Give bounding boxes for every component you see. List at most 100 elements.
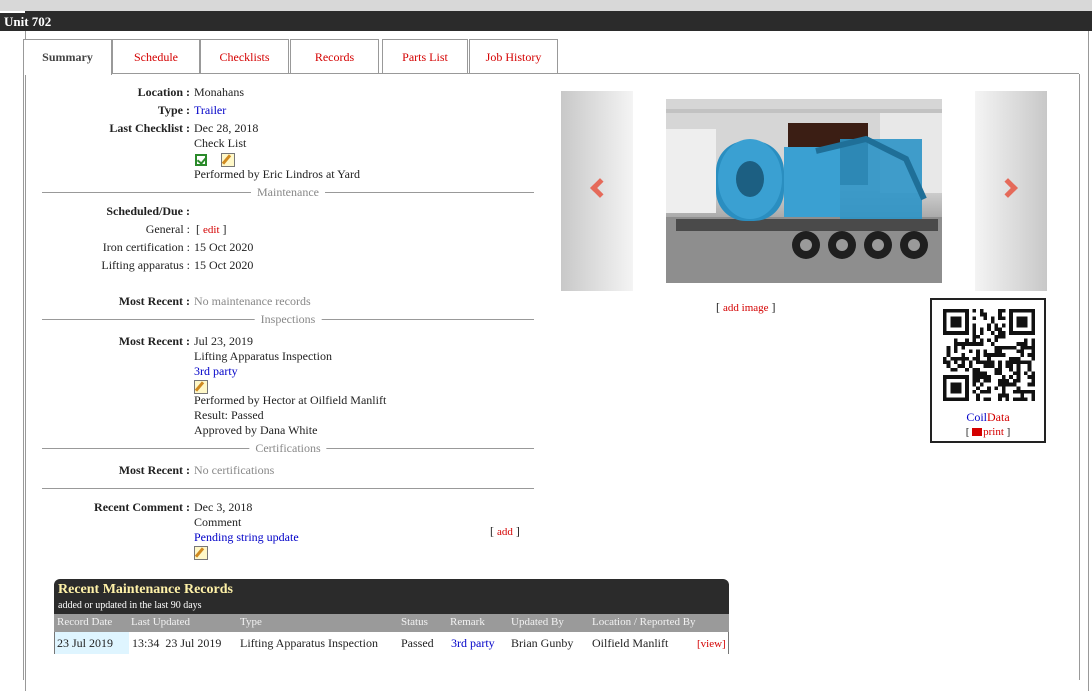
qr-module <box>1016 364 1021 368</box>
checklist-edit-icon[interactable] <box>221 153 235 168</box>
qr-module <box>1012 382 1017 387</box>
qr-module <box>1012 389 1017 394</box>
qr-module <box>1005 393 1010 398</box>
qr-module <box>1005 378 1010 383</box>
qr-module <box>976 393 980 398</box>
qr-module <box>968 364 973 368</box>
qr-module <box>1023 389 1028 394</box>
qr-module <box>983 360 988 365</box>
inspections-separator: Inspections <box>42 312 534 326</box>
comment-text-link[interactable]: Pending string update <box>194 530 299 545</box>
qr-module <box>961 345 966 350</box>
qr-module <box>979 342 984 346</box>
qr-module <box>998 382 1002 387</box>
qr-module <box>1016 389 1021 394</box>
qr-module <box>954 367 958 372</box>
add-image: [ add image ] <box>716 300 776 315</box>
comment-edit-icon[interactable] <box>194 546 208 561</box>
col-last-updated[interactable]: Last Updated <box>131 616 190 628</box>
qr-module <box>998 364 1002 368</box>
qr-module <box>976 367 980 372</box>
qr-module <box>979 371 984 376</box>
qr-module <box>1027 364 1032 368</box>
tab-parts-list[interactable]: Parts List <box>382 39 468 74</box>
qr-module <box>979 309 984 313</box>
qr-module <box>954 356 958 361</box>
col-type[interactable]: Type <box>240 616 262 628</box>
qr-module <box>1016 371 1021 376</box>
qr-module <box>990 342 995 346</box>
qr-module <box>972 309 977 313</box>
last-checklist-label: Last Checklist : <box>109 121 190 135</box>
row-last-updated: 13:34 23 Jul 2019 <box>132 636 222 650</box>
qr-print-link[interactable]: print <box>972 426 1004 438</box>
scheduled-due-label: Scheduled/Due : <box>106 204 190 218</box>
qr-module <box>998 345 1002 350</box>
qr-module <box>957 342 962 346</box>
qr-module <box>998 309 1002 313</box>
tab-summary[interactable]: Summary <box>23 39 112 75</box>
inspection-date: Jul 23, 2019 <box>194 334 254 348</box>
qr-module <box>1031 378 1035 383</box>
qr-module <box>990 316 995 321</box>
col-status[interactable]: Status <box>401 616 428 628</box>
qr-module <box>990 360 995 365</box>
qr-module <box>998 312 1002 317</box>
inspection-remark-link[interactable]: 3rd party <box>194 364 238 379</box>
qr-module <box>994 353 999 357</box>
qr-module <box>994 367 999 372</box>
maintenance-recent-label: Most Recent : <box>118 294 190 308</box>
qr-module <box>976 353 980 357</box>
qr-module <box>1023 338 1028 343</box>
checklist-check-icon[interactable] <box>195 154 207 167</box>
comment-add-link[interactable]: add <box>497 526 513 538</box>
qr-module <box>979 331 984 335</box>
type-value[interactable]: Trailer <box>194 103 226 118</box>
chevron-left-icon <box>590 178 610 198</box>
tab-schedule[interactable]: Schedule <box>112 39 200 74</box>
gallery-prev-button[interactable] <box>561 91 633 291</box>
qr-module <box>1027 389 1032 394</box>
qr-module <box>1031 349 1035 354</box>
tab-job-history[interactable]: Job History <box>469 39 558 74</box>
table-row[interactable]: 23 Jul 2019 13:34 23 Jul 2019 Lifting Ap… <box>54 632 729 654</box>
gallery-next-button[interactable] <box>975 91 1047 291</box>
qr-module <box>987 353 991 357</box>
add-image-link[interactable]: add image <box>723 302 769 314</box>
qr-module <box>976 386 980 390</box>
row-updated-by: Brian Gunby <box>511 636 574 650</box>
qr-module <box>1020 360 1024 365</box>
qr-module <box>950 356 955 361</box>
certifications-heading: Certifications <box>249 441 327 455</box>
col-updated-by[interactable]: Updated By <box>511 616 564 628</box>
col-record-date[interactable]: Record Date <box>57 616 112 628</box>
qr-module <box>961 342 966 346</box>
row-view-link[interactable]: [view] <box>697 638 726 650</box>
qr-module <box>1001 378 1006 383</box>
col-location[interactable]: Location / Reported By <box>592 616 696 628</box>
qr-module <box>1023 360 1028 365</box>
printer-icon <box>972 428 983 437</box>
general-label: General : <box>145 222 190 236</box>
qr-module <box>1001 334 1006 339</box>
tab-records[interactable]: Records <box>290 39 379 74</box>
col-remark[interactable]: Remark <box>450 616 485 628</box>
qr-module <box>1009 382 1013 387</box>
general-edit-link[interactable]: edit <box>203 224 220 236</box>
bracket-open: [ <box>965 426 970 438</box>
inspection-name: Lifting Apparatus Inspection <box>194 349 332 363</box>
qr-module <box>968 342 973 346</box>
qr-module <box>946 364 951 368</box>
qr-module <box>990 353 995 357</box>
row-status: Passed <box>401 636 434 650</box>
window-title: Unit 702 <box>0 13 56 31</box>
qr-module <box>994 334 999 339</box>
qr-module <box>961 360 966 365</box>
row-remark-link[interactable]: 3rd party <box>451 636 495 651</box>
qr-module <box>998 360 1002 365</box>
qr-finder <box>950 316 962 328</box>
row-location: Oilfield Manlift <box>592 636 669 650</box>
tab-checklists[interactable]: Checklists <box>200 39 289 74</box>
qr-module <box>994 386 999 390</box>
qr-module <box>1009 356 1013 361</box>
